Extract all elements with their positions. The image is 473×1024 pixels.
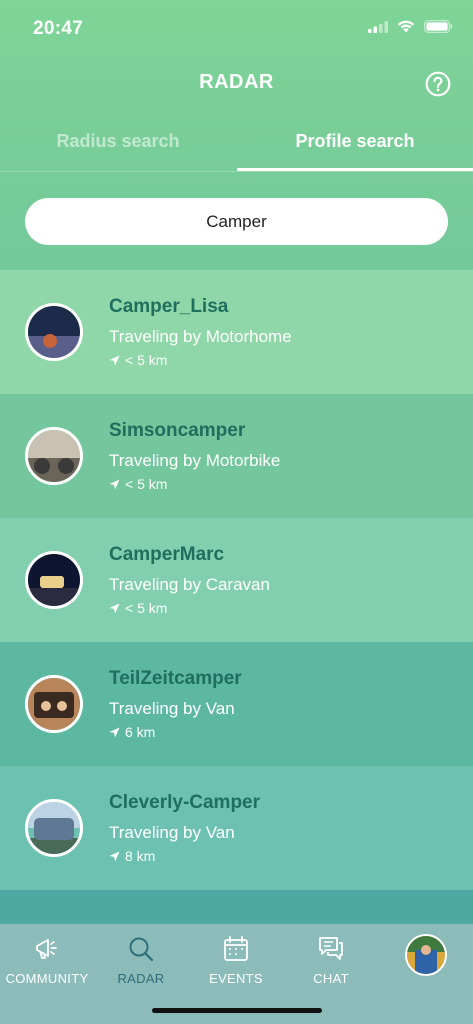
help-button[interactable] xyxy=(425,71,451,97)
distance-value: < 5 km xyxy=(125,352,168,368)
nav-bar: RADAR xyxy=(0,56,473,110)
chat-bubbles-icon xyxy=(319,937,343,960)
tab-community-label: COMMUNITY xyxy=(5,971,89,986)
travel-mode: Traveling by Motorbike xyxy=(109,451,281,470)
travel-mode: Traveling by Van xyxy=(109,823,235,842)
tab-events[interactable]: EVENTS xyxy=(189,924,283,994)
profile-name: Camper_Lisa xyxy=(109,296,229,317)
avatar-photo xyxy=(28,430,80,482)
search-mode-tabs: Radius search Profile search xyxy=(0,118,473,172)
wifi-icon xyxy=(397,20,415,33)
question-circle-icon xyxy=(425,71,451,97)
tab-profile-search[interactable]: Profile search xyxy=(237,118,473,172)
tab-chat[interactable]: CHAT xyxy=(284,924,378,994)
avatar-photo xyxy=(28,554,80,606)
profile-name: Simsoncamper xyxy=(109,420,246,441)
page-title: RADAR xyxy=(199,71,274,93)
cellular-signal-icon xyxy=(368,20,388,33)
battery-icon xyxy=(424,20,453,33)
tab-radar[interactable]: RADAR xyxy=(94,924,188,994)
search-field-container xyxy=(25,198,448,245)
location-arrow-icon xyxy=(109,478,120,490)
distance: 6 km xyxy=(109,724,155,740)
location-arrow-icon xyxy=(109,726,120,738)
avatar xyxy=(25,551,83,609)
tab-community[interactable]: COMMUNITY xyxy=(0,924,94,994)
list-item[interactable] xyxy=(0,890,473,924)
status-bar: 20:47 xyxy=(0,0,473,56)
calendar-icon xyxy=(224,936,248,961)
avatar xyxy=(25,303,83,361)
megaphone-icon xyxy=(36,939,57,959)
travel-mode: Traveling by Motorhome xyxy=(109,327,292,346)
results-list: Camper_Lisa Traveling by Motorhome < 5 k… xyxy=(0,270,473,924)
status-icons xyxy=(368,20,453,33)
distance: < 5 km xyxy=(109,476,167,492)
distance-value: 8 km xyxy=(125,848,156,864)
list-item[interactable]: TeilZeitcamper Traveling by Van 6 km xyxy=(0,642,473,766)
profile-name: CamperMarc xyxy=(109,544,225,565)
location-arrow-icon xyxy=(109,850,120,862)
distance: < 5 km xyxy=(109,600,167,616)
tab-chat-label: CHAT xyxy=(313,971,349,986)
location-arrow-icon xyxy=(109,602,120,614)
status-time: 20:47 xyxy=(33,18,84,39)
list-item[interactable]: Simsoncamper Traveling by Motorbike < 5 … xyxy=(0,394,473,518)
avatar-photo xyxy=(28,306,80,358)
distance-value: < 5 km xyxy=(125,600,168,616)
travel-mode: Traveling by Van xyxy=(109,699,235,718)
location-arrow-icon xyxy=(109,354,120,366)
tab-events-label: EVENTS xyxy=(209,971,263,986)
profile-search-input[interactable] xyxy=(25,198,448,245)
distance: 8 km xyxy=(109,848,155,864)
avatar-photo xyxy=(28,678,80,730)
list-item[interactable]: CamperMarc Traveling by Caravan < 5 km xyxy=(0,518,473,642)
profile-avatar xyxy=(405,934,447,976)
distance-value: 6 km xyxy=(125,724,156,740)
profile-name: TeilZeitcamper xyxy=(109,668,242,689)
distance-value: < 5 km xyxy=(125,476,168,492)
tabs-divider xyxy=(0,171,473,172)
avatar xyxy=(25,799,83,857)
tab-radius-search[interactable]: Radius search xyxy=(0,118,236,172)
distance: < 5 km xyxy=(109,352,167,368)
home-indicator xyxy=(152,1008,322,1013)
travel-mode: Traveling by Caravan xyxy=(109,575,270,594)
profile-name: Cleverly-Camper xyxy=(109,792,261,813)
avatar xyxy=(25,427,83,485)
avatar xyxy=(25,675,83,733)
list-item[interactable]: Camper_Lisa Traveling by Motorhome < 5 k… xyxy=(0,270,473,394)
avatar-photo xyxy=(28,802,80,854)
list-item[interactable]: Cleverly-Camper Traveling by Van 8 km xyxy=(0,766,473,890)
search-icon xyxy=(129,937,154,962)
tab-radar-label: RADAR xyxy=(117,971,165,986)
tab-profile[interactable] xyxy=(379,924,473,994)
